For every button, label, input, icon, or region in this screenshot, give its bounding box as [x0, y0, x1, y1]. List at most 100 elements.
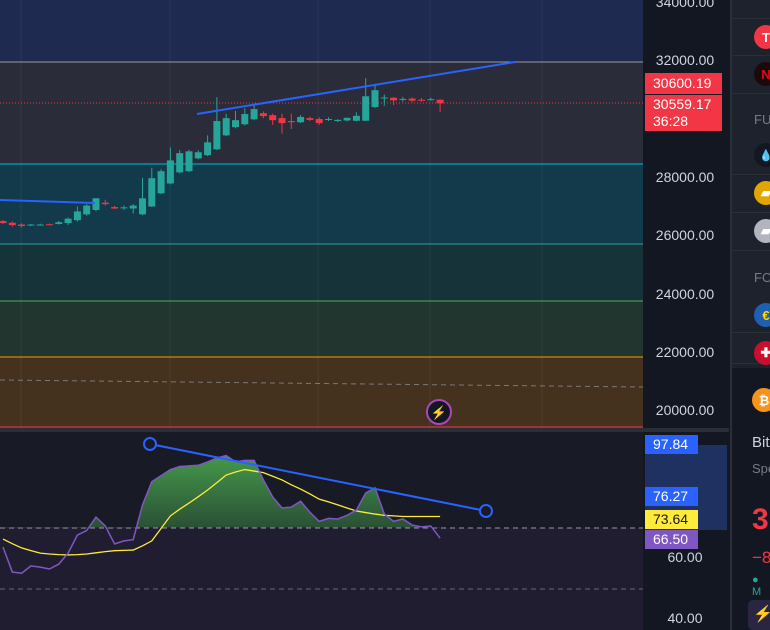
- trendline-handle[interactable]: [479, 504, 493, 518]
- rsi-value-tag: 97.84: [645, 435, 698, 454]
- candle-body: [418, 99, 425, 101]
- price-tick-label: 32000.00: [655, 52, 715, 69]
- rsi-tick-label: 60.00: [667, 549, 703, 565]
- candle-body: [269, 115, 277, 121]
- candle-body: [73, 211, 81, 221]
- candle-body: [362, 96, 370, 121]
- candle-body: [55, 222, 63, 224]
- current-price-tag: 30559.17 36:28: [645, 95, 722, 131]
- candle-body: [427, 99, 435, 101]
- rsi-tick-label: 40.00: [667, 610, 703, 626]
- candle: [176, 150, 184, 174]
- candle-body: [64, 218, 72, 224]
- candle-body: [222, 118, 230, 136]
- market-status-text: M: [752, 586, 762, 598]
- price-tick-label: 20000.00: [655, 402, 715, 419]
- symbol-type: Spe: [752, 461, 770, 476]
- gold-bars-icon: ▰: [754, 181, 770, 205]
- bitcoin-logo-icon: ₿: [752, 388, 770, 412]
- silver-bars-icon: ▰: [754, 219, 770, 243]
- candle-body: [27, 224, 35, 226]
- candle-body: [157, 171, 165, 194]
- candle-body: [371, 90, 379, 108]
- section-futures[interactable]: FUT: [754, 112, 770, 127]
- rsi-value-tag: 73.64: [645, 510, 698, 529]
- candle-body: [306, 118, 314, 120]
- price-tick-label: 26000.00: [655, 227, 715, 244]
- tesla-logo-icon: T: [754, 25, 770, 49]
- candle-body: [390, 97, 398, 101]
- current-price: 30559.17: [653, 96, 712, 112]
- watchlist-item-netflix[interactable]: N: [732, 56, 770, 94]
- watchlist-item-tesla[interactable]: T: [732, 18, 770, 56]
- candle-body: [241, 114, 249, 125]
- pane-divider[interactable]: [0, 428, 643, 432]
- rsi-pane[interactable]: [0, 432, 643, 630]
- lightning-icon: ⚡: [753, 606, 770, 623]
- price-tick-label: 28000.00: [655, 168, 715, 185]
- watchlist-item-gold[interactable]: ▰: [732, 175, 770, 213]
- zone-band: [0, 62, 643, 164]
- candle-body: [8, 222, 16, 226]
- candle-body: [194, 152, 202, 159]
- uk-flag-icon: ✚: [754, 341, 770, 365]
- watchlist-item[interactable]: [732, 0, 770, 19]
- candle-body: [315, 119, 323, 124]
- candle-body: [334, 119, 342, 122]
- candle: [83, 204, 91, 216]
- symbol-price: 3: [752, 503, 769, 536]
- zone-band: [0, 244, 643, 301]
- price-tick-label: 34000.00: [655, 0, 715, 10]
- candle-body: [166, 160, 174, 184]
- watchlist-item-crude-oil[interactable]: 💧: [732, 137, 770, 175]
- svg-text:⚡: ⚡: [431, 405, 447, 421]
- candle-body: [352, 115, 360, 121]
- candle: [185, 149, 193, 173]
- candle-body: [250, 109, 258, 120]
- oil-drop-icon: 💧: [754, 143, 770, 167]
- symbol-change: −8: [752, 548, 770, 567]
- netflix-logo-icon: N: [754, 62, 770, 86]
- candle-body: [259, 113, 267, 117]
- rsi-value-tag: 66.50: [645, 530, 698, 549]
- candle: [157, 169, 165, 195]
- candle-body: [185, 151, 193, 172]
- trendline-handle[interactable]: [143, 437, 157, 451]
- watchlist-item-silver[interactable]: ▰: [732, 213, 770, 251]
- candle-body: [129, 205, 137, 209]
- candle-body: [46, 224, 53, 226]
- section-forex[interactable]: FO: [754, 270, 770, 285]
- rsi-value-tag: 76.27: [645, 487, 698, 506]
- candle-body: [399, 98, 407, 100]
- lightning-event-icon[interactable]: ⚡: [426, 399, 452, 425]
- candle-body: [101, 202, 109, 205]
- candle-body: [0, 221, 7, 224]
- candle-body: [204, 142, 212, 156]
- symbol-details-panel[interactable]: ₿ Bit Spe 3 −8 ● M ⚡: [732, 368, 770, 630]
- bar-countdown: 36:28: [653, 113, 689, 129]
- candle-body: [287, 121, 295, 123]
- last-price-tag: 30600.19: [645, 73, 722, 94]
- candle-body: [343, 117, 351, 121]
- rsi-upper-bg: [0, 432, 643, 528]
- candle: [92, 198, 100, 212]
- pane-divider-axis: [643, 428, 729, 432]
- market-status: ● M: [752, 574, 762, 598]
- price-pane[interactable]: ⚡: [0, 0, 644, 428]
- candle-body: [436, 99, 444, 104]
- candle-body: [83, 205, 91, 215]
- candle-body: [325, 119, 332, 121]
- zone-band: [0, 0, 643, 62]
- lightning-button[interactable]: ⚡: [748, 600, 770, 630]
- watchlist-item-gbpusd[interactable]: ✚: [732, 333, 770, 365]
- candle-body: [120, 207, 128, 209]
- zone-band: [0, 357, 643, 428]
- zone-band: [0, 301, 643, 357]
- eu-flag-icon: €: [754, 303, 770, 327]
- candle-body: [111, 207, 119, 209]
- candle-body: [148, 178, 156, 207]
- rsi-band-bg: [0, 528, 643, 630]
- candle-body: [278, 118, 286, 124]
- candle-body: [408, 98, 416, 101]
- watchlist-item-eurusd[interactable]: €: [732, 295, 770, 333]
